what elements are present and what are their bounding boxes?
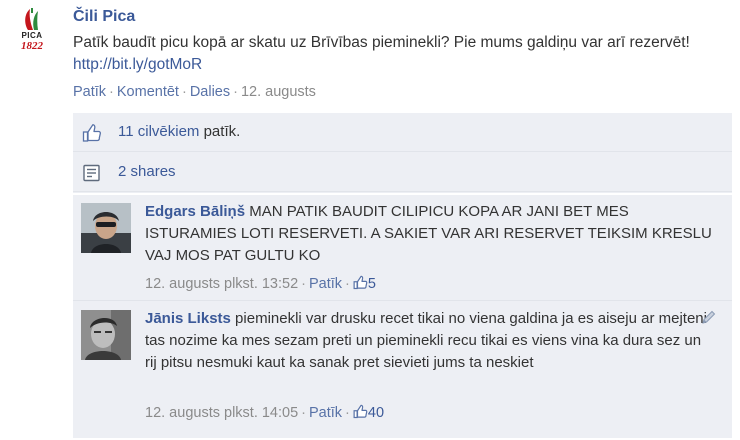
- comment-text: Edgars Bāliņš MAN PATIK BAUDIT CILIPICU …: [145, 201, 715, 267]
- post-date[interactable]: 12. augusts: [241, 84, 316, 100]
- separator: ·: [301, 405, 306, 421]
- comment-text: Jānis Liksts pieminekli var drusku recet…: [145, 308, 715, 374]
- chili-icon: [25, 8, 38, 30]
- comment-author[interactable]: Jānis Liksts: [145, 310, 231, 327]
- likes-row: 11 cilvēkiem patīk.: [73, 113, 732, 152]
- comment-like-count: 40: [367, 405, 385, 421]
- shares-count[interactable]: 2 shares: [118, 163, 176, 180]
- thumbs-up-icon: [82, 123, 102, 143]
- post-body: Patīk baudīt picu kopā ar skatu uz Brīvī…: [73, 34, 690, 51]
- thumbs-up-icon: [353, 275, 368, 290]
- like-link[interactable]: Patīk: [73, 84, 106, 100]
- shares-link[interactable]: 2 shares: [118, 163, 176, 180]
- avatar[interactable]: [81, 310, 131, 360]
- comment-link[interactable]: Komentēt: [117, 84, 179, 100]
- feedback-box: 11 cilvēkiem patīk. 2 shares Edgars Bāli…: [73, 113, 732, 438]
- divider: [73, 193, 732, 195]
- thumbs-up-icon: [353, 404, 368, 419]
- comment-meta: 12. augusts plkst. 13:52 · Patīk · 5: [145, 275, 376, 292]
- share-icon: [82, 163, 102, 183]
- likes-summary: 11 cilvēkiem patīk.: [118, 123, 240, 140]
- pencil-icon[interactable]: [701, 309, 717, 325]
- comment-time[interactable]: 12. augusts plkst. 14:05: [145, 405, 298, 421]
- separator: ·: [181, 84, 187, 100]
- post-text: Patīk baudīt picu kopā ar skatu uz Brīvī…: [73, 32, 723, 76]
- comment: Jānis Liksts pieminekli var drusku recet…: [73, 306, 732, 438]
- separator: ·: [233, 84, 238, 100]
- separator: ·: [345, 405, 350, 421]
- avatar[interactable]: [81, 203, 131, 253]
- post-link[interactable]: http://bit.ly/gotMoR: [73, 56, 202, 73]
- separator: ·: [345, 276, 350, 292]
- comment-like-link[interactable]: Patīk: [309, 405, 342, 421]
- likes-count-link[interactable]: 11 cilvēkiem: [118, 123, 199, 140]
- separator: ·: [109, 84, 114, 100]
- comment-like-count-link[interactable]: 40: [353, 404, 385, 421]
- post-author[interactable]: Čili Pica: [73, 8, 135, 26]
- facebook-post: PICA 1822 Čili Pica Patīk baudīt picu ko…: [0, 0, 740, 440]
- comment-like-link[interactable]: Patīk: [309, 276, 342, 292]
- separator: ·: [301, 276, 306, 292]
- page-logo[interactable]: PICA 1822: [14, 6, 50, 56]
- shares-row: 2 shares: [73, 153, 732, 192]
- comment-author[interactable]: Edgars Bāliņš: [145, 203, 245, 220]
- logo-year: 1822: [21, 40, 43, 52]
- comment-like-count: 5: [367, 276, 376, 292]
- share-link[interactable]: Dalies: [190, 84, 230, 100]
- comment-like-count-link[interactable]: 5: [353, 275, 376, 292]
- comment-time[interactable]: 12. augusts plkst. 13:52: [145, 276, 298, 292]
- logo-name: PICA: [21, 31, 43, 40]
- comment-meta: 12. augusts plkst. 14:05 · Patīk · 40: [145, 404, 384, 421]
- post-actions: Patīk · Komentēt · Dalies · 12. augusts: [73, 84, 316, 100]
- comment: Edgars Bāliņš MAN PATIK BAUDIT CILIPICU …: [73, 197, 732, 301]
- likes-suffix: patīk.: [199, 123, 241, 140]
